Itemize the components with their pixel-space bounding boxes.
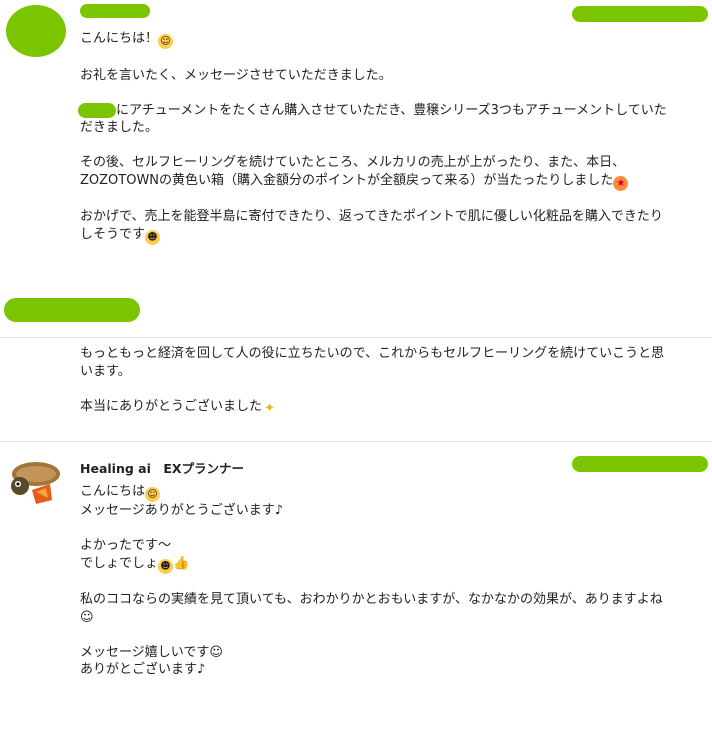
paragraph: その後、セルフヒーリングを続けていたところ、メルカリの売上が上がったり、また、本…: [80, 154, 710, 191]
planner-avatar[interactable]: [10, 456, 62, 508]
message-body: こんにちは！ ☺ お礼を言いたく、メッセージさせていただきました。 にアチューメン…: [78, 30, 710, 245]
paragraph: おかげで、売上を能登半島に寄付できたり、返ってきたポイントで肌に優しい化粧品を購…: [80, 209, 663, 245]
sender-name[interactable]: Healing ai EXプランナー: [80, 458, 244, 477]
thumbs-up-icon: 👍: [173, 555, 190, 571]
message-3: Healing ai EXプランナー こんにちは ☺ メッセージありがとうございま…: [0, 442, 712, 730]
message-2: もっともっと経済を回して人の役に立ちたいので、これからもセルフヒーリングを続けて…: [0, 340, 712, 440]
redacted-name-inline: [78, 102, 116, 118]
grinning-icon: ☻: [158, 558, 174, 574]
redacted-sender-strip: [4, 298, 140, 322]
paragraph: もっともっと経済を回して人の役に立ちたいので、これからもセルフヒーリングを続けて…: [80, 346, 665, 379]
message-1: こんにちは！ ☺ お礼を言いたく、メッセージさせていただきました。 にアチューメン…: [0, 0, 712, 300]
paragraph: よかったです～ でしょでしょ ☻ 👍: [80, 538, 190, 574]
paragraph: 本当にありがとうございました ✦: [80, 398, 710, 416]
paragraph: お礼を言いたく、メッセージさせていただきました。: [80, 67, 392, 83]
smile-icon: ☺: [145, 487, 161, 502]
smile-icon: ☺: [158, 34, 174, 49]
divider: [0, 337, 712, 338]
redacted-timestamp: [572, 456, 708, 472]
redacted-timestamp: [572, 6, 708, 22]
bird-mascot-icon: [11, 462, 60, 504]
paragraph: メッセージ嬉しいです☺ ありがとございます♪: [80, 644, 223, 678]
sender-avatar-redacted[interactable]: [6, 5, 66, 57]
redacted-sender-name: [80, 4, 150, 18]
paragraph: こんにちは ☺ メッセージありがとうございます♪: [80, 484, 284, 518]
star-struck-icon: ★: [613, 175, 629, 191]
grinning-squint-icon: ☻: [145, 229, 161, 245]
paragraph: こんにちは！ ☺: [80, 30, 710, 49]
paragraph: にアチューメントをたくさん購入させていただき、豊穣シリーズ3つもアチューメントし…: [78, 102, 667, 135]
message-body: こんにちは ☺ メッセージありがとうございます♪ よかったです～ でしょでしょ ☻ 👍…: [80, 483, 710, 679]
sparkles-icon: ✦: [264, 400, 275, 416]
message-body: もっともっと経済を回して人の役に立ちたいので、これからもセルフヒーリングを続けて…: [80, 345, 710, 416]
paragraph: 私のココならの実績を見て頂いても、おわかりかとおもいますが、なかなかの効果が、あ…: [80, 592, 663, 625]
